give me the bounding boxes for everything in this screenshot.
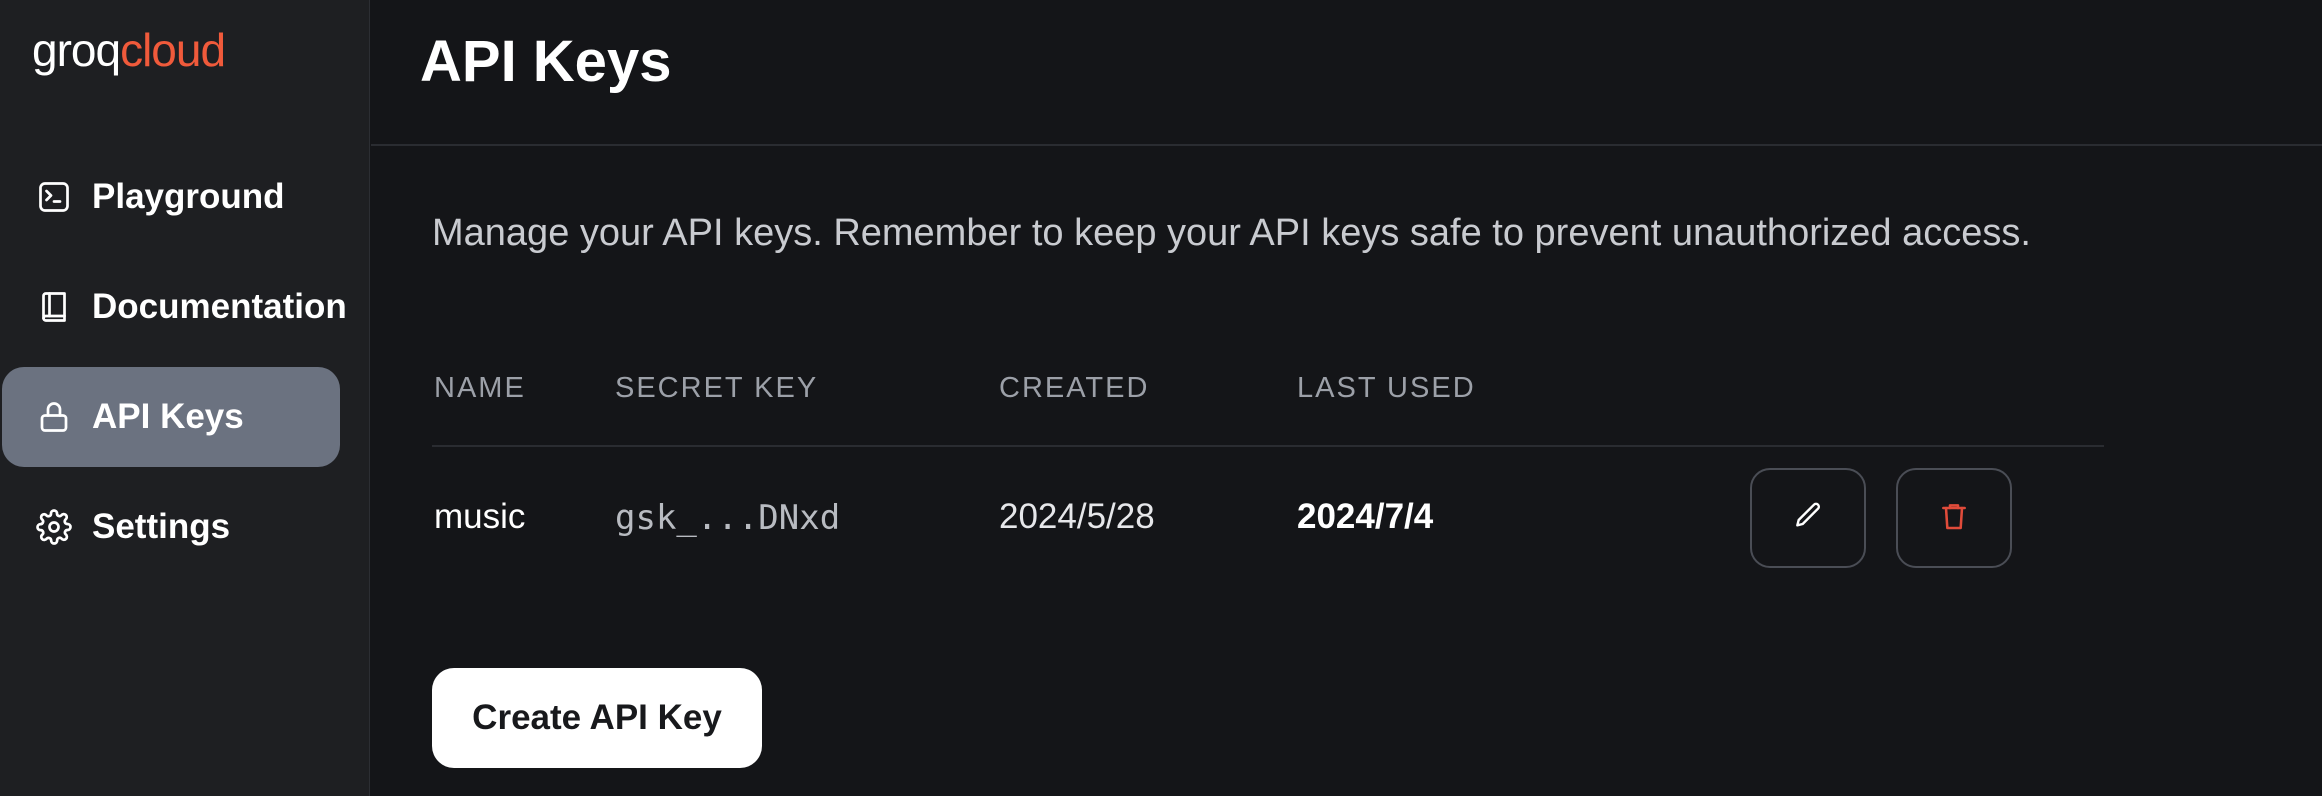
sidebar-item-settings[interactable]: Settings bbox=[2, 477, 340, 577]
header-divider bbox=[371, 144, 2322, 146]
key-name-cell: music bbox=[434, 497, 526, 536]
sidebar-item-label: Documentation bbox=[92, 287, 347, 326]
logo-groq-text: groq bbox=[32, 24, 121, 76]
main-content: API Keys Manage your API keys. Remember … bbox=[371, 0, 2322, 796]
column-header-name: NAME bbox=[434, 372, 526, 404]
app-window: groq cloud Playground Documentation API … bbox=[0, 0, 2322, 796]
delete-key-button[interactable] bbox=[1896, 468, 2012, 568]
logo-cloud-text: cloud bbox=[120, 24, 226, 76]
column-header-created: CREATED bbox=[999, 372, 1150, 404]
trash-icon bbox=[1938, 500, 1970, 537]
sidebar-item-documentation[interactable]: Documentation bbox=[2, 257, 347, 357]
sidebar-item-label: API Keys bbox=[92, 397, 244, 436]
book-icon bbox=[34, 287, 74, 327]
sidebar-item-playground[interactable]: Playground bbox=[2, 147, 340, 247]
edit-key-button[interactable] bbox=[1750, 468, 1866, 568]
lock-icon bbox=[34, 397, 74, 437]
terminal-icon bbox=[34, 177, 74, 217]
gear-icon bbox=[34, 507, 74, 547]
sidebar-item-label: Settings bbox=[92, 507, 231, 546]
page-description: Manage your API keys. Remember to keep y… bbox=[432, 212, 2031, 254]
column-header-secret-key: SECRET KEY bbox=[615, 372, 819, 404]
sidebar-item-api-keys[interactable]: API Keys bbox=[2, 367, 340, 467]
create-api-key-button[interactable]: Create API Key bbox=[432, 668, 762, 768]
pencil-icon bbox=[1792, 500, 1824, 537]
sidebar-item-label: Playground bbox=[92, 177, 285, 216]
created-date-cell: 2024/5/28 bbox=[999, 497, 1155, 536]
secret-key-cell: gsk_...DNxd bbox=[615, 498, 841, 538]
page-title: API Keys bbox=[420, 29, 672, 94]
table-divider bbox=[432, 445, 2104, 447]
last-used-date-cell: 2024/7/4 bbox=[1297, 497, 1434, 536]
column-header-last-used: LAST USED bbox=[1297, 372, 1476, 404]
sidebar: groq cloud Playground Documentation API … bbox=[0, 0, 370, 796]
groqcloud-logo[interactable]: groq cloud bbox=[32, 22, 226, 78]
